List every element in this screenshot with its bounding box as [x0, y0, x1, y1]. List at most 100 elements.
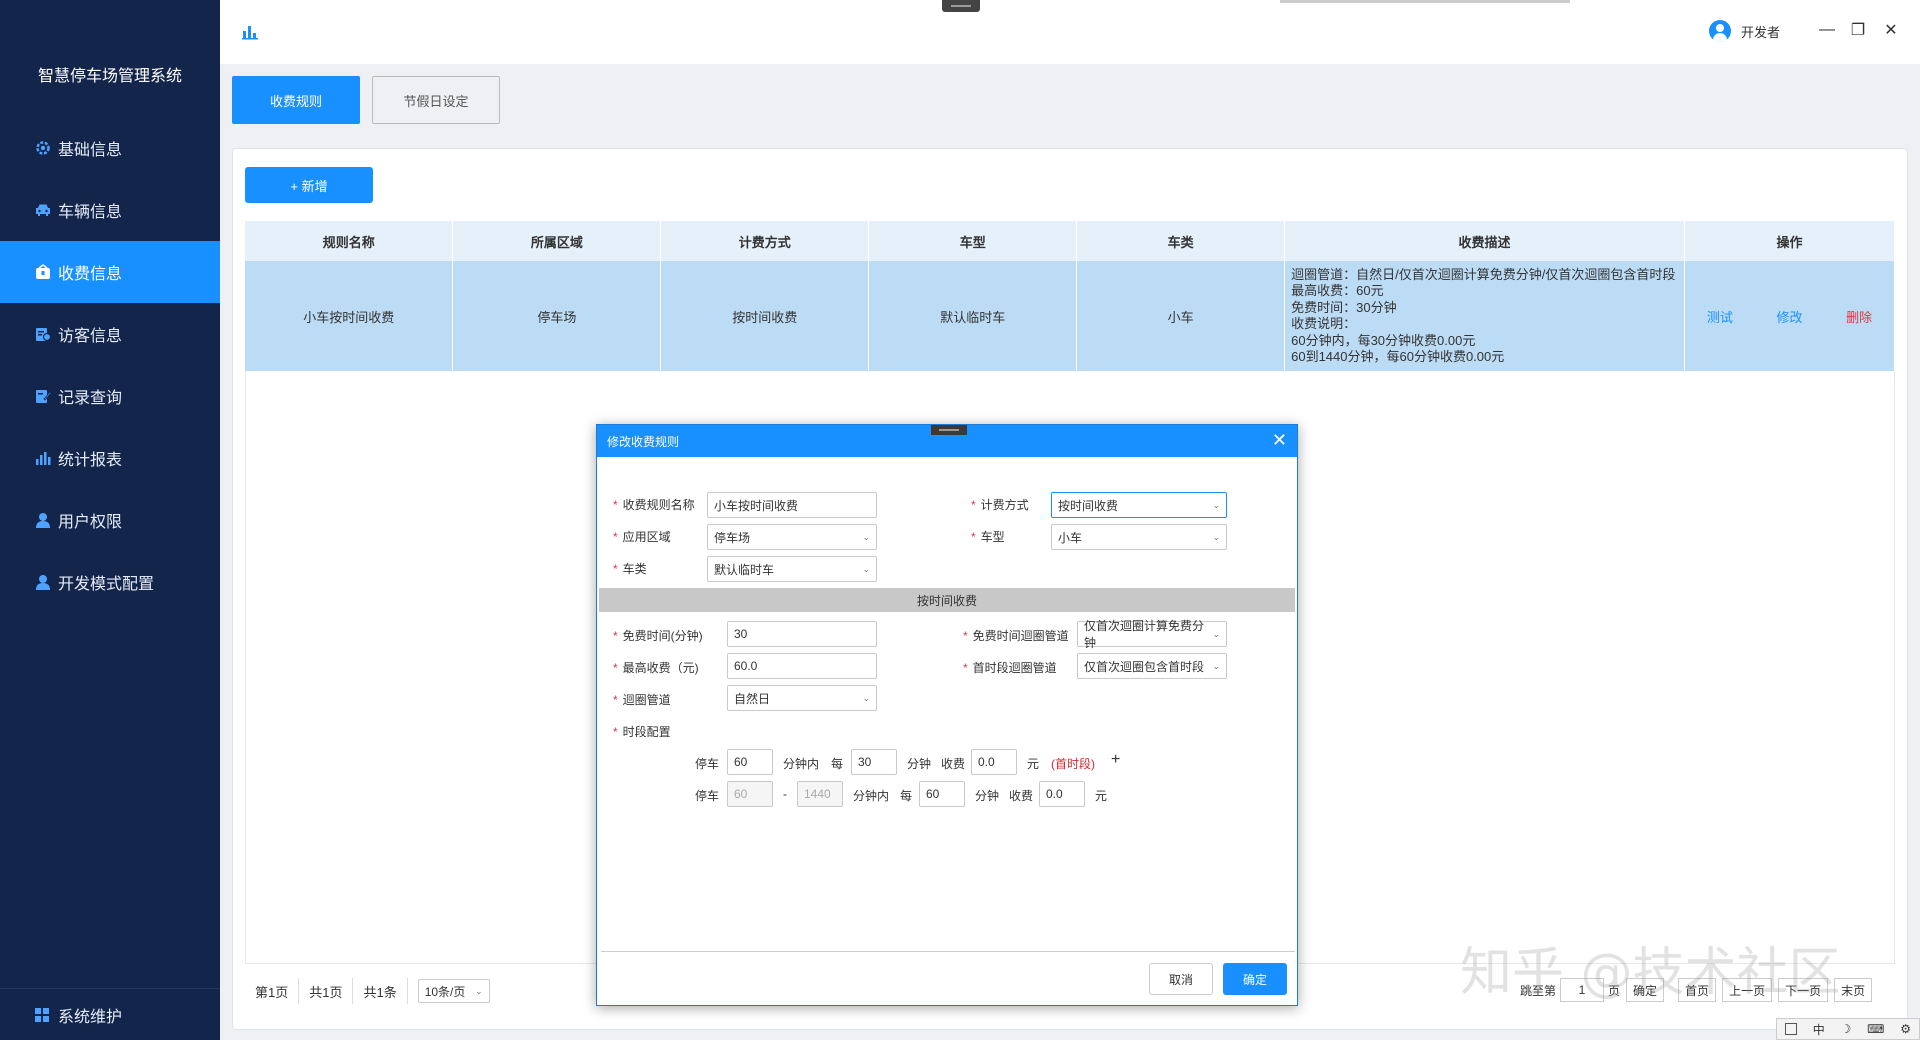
test-link[interactable]: 测试: [1707, 307, 1733, 326]
floating-panel-edge: [1280, 0, 1570, 3]
column-header: 计费方式: [660, 221, 870, 261]
period1-yuan-label: 元: [1027, 757, 1040, 771]
sidebar-item-label: 收费信息: [58, 266, 123, 283]
sidebar-item-basic-info[interactable]: 基础信息: [0, 117, 220, 179]
column-header: 操作: [1684, 221, 1896, 261]
user-icon: [34, 511, 52, 529]
car-model-select[interactable]: 小车 ⌄: [1051, 524, 1227, 550]
cell-rule-name: 小车按时间收费: [245, 261, 454, 371]
desc-line: 迴圈管道：自然日/仅首次迴圈计算免费分钟/仅首次迴圈包含首时段: [1291, 266, 1676, 282]
keyboard-icon[interactable]: ⌨: [1867, 1022, 1884, 1036]
rule-name-input[interactable]: 小车按时间收费: [707, 492, 877, 518]
cell-fee-description: 迴圈管道：自然日/仅首次迴圈计算免费分钟/仅首次迴圈包含首时段 最高收费：60元…: [1284, 261, 1685, 371]
column-header: 车类: [1076, 221, 1286, 261]
sidebar-item-fee-info[interactable]: 收费信息: [0, 241, 220, 303]
sidebar-item-label: 车辆信息: [58, 204, 123, 221]
period1-every-input[interactable]: 30: [851, 749, 897, 775]
edit-icon: [34, 387, 52, 405]
pager-summary: 第1页 共1页 共1条 10条/页 ⌄: [245, 978, 490, 1004]
sidebar-item-system-maintenance[interactable]: 系统维护: [0, 988, 220, 1040]
sidebar-item-visitor-info[interactable]: 访客信息: [0, 303, 220, 365]
period1-minutes-input[interactable]: 60: [727, 749, 773, 775]
confirm-button[interactable]: 确定: [1223, 963, 1287, 995]
close-icon[interactable]: ✕: [1272, 431, 1287, 449]
moon-icon[interactable]: ☽: [1841, 1022, 1852, 1036]
delete-link[interactable]: 删除: [1846, 307, 1872, 326]
period-config-label: * 时段配置: [613, 725, 671, 739]
restore-button[interactable]: ❐: [1848, 20, 1868, 40]
desc-line: 60到1440分钟，每60分钟收费0.00元: [1291, 349, 1505, 364]
watermark: 知乎 @技术社区: [1460, 943, 1841, 1003]
current-page: 第1页: [245, 978, 300, 1004]
max-fee-input[interactable]: 60.0: [727, 653, 877, 679]
chevron-down-icon: ⌄: [475, 985, 483, 996]
visitor-icon: [34, 325, 52, 343]
desc-line: 60分钟内，每30分钟收费0.00元: [1291, 332, 1476, 348]
user-menu[interactable]: 开发者: [1708, 20, 1780, 42]
add-period-button[interactable]: +: [1111, 751, 1120, 769]
cell-car-class: 小车: [1076, 261, 1286, 371]
sidebar-item-label: 用户权限: [58, 514, 123, 531]
column-header: 收费描述: [1284, 221, 1685, 261]
sidebar-item-statistics[interactable]: 统计报表: [0, 427, 220, 489]
period1-within-label: 分钟内: [783, 757, 820, 771]
free-loop-select[interactable]: 仅首次迴圈计算免费分钟 ⌄: [1077, 619, 1227, 650]
bar-chart-icon[interactable]: [242, 24, 258, 43]
tab-holiday-settings[interactable]: 节假日设定: [372, 76, 500, 124]
loop-value: 自然日: [734, 691, 771, 706]
fee-rules-table: 规则名称 所属区域 计费方式 车型 车类 收费描述 操作 小车按时间收费 停车场…: [245, 221, 1896, 371]
rule-name-label: * 收费规则名称: [613, 498, 695, 512]
edit-link[interactable]: 修改: [1776, 307, 1802, 326]
add-button[interactable]: + 新增: [245, 167, 373, 203]
drag-handle[interactable]: [931, 425, 967, 435]
car-class-value: 默认临时车: [714, 562, 775, 577]
section-time-billing: 按时间收费: [599, 588, 1295, 612]
wallet-icon: [34, 263, 52, 281]
close-button[interactable]: ✕: [1881, 20, 1901, 40]
period2-fee-input[interactable]: 0.0: [1039, 781, 1085, 807]
drag-handle[interactable]: [942, 0, 980, 12]
billing-select[interactable]: 按时间收费 ⌄: [1051, 492, 1227, 518]
tab-fee-rules[interactable]: 收费规则: [232, 76, 360, 124]
free-time-label: * 免费时间(分钟): [613, 629, 703, 643]
sidebar-item-label: 开发模式配置: [58, 576, 155, 593]
page-size-select[interactable]: 10条/页 ⌄: [417, 979, 490, 1003]
free-time-input[interactable]: 30: [727, 621, 877, 647]
first-period-tag: (首时段): [1051, 757, 1095, 771]
minimize-button[interactable]: —: [1817, 20, 1837, 40]
ime-language[interactable]: 中: [1813, 1021, 1825, 1038]
gear-icon: [34, 139, 52, 157]
sidebar-item-label: 访客信息: [58, 328, 123, 345]
period2-every-input[interactable]: 60: [919, 781, 965, 807]
chevron-down-icon: ⌄: [862, 563, 870, 574]
first-loop-value: 仅首次迴圈包含首时段: [1084, 659, 1205, 674]
cancel-button[interactable]: 取消: [1149, 963, 1213, 995]
loop-label: * 迴圈管道: [613, 693, 671, 707]
sidebar-item-record-query[interactable]: 记录查询: [0, 365, 220, 427]
period1-fee-input[interactable]: 0.0: [971, 749, 1017, 775]
sidebar-item-user-permission[interactable]: 用户权限: [0, 489, 220, 551]
period2-to-input: 1440: [797, 781, 843, 807]
period2-every-label: 每: [900, 789, 913, 803]
first-loop-select[interactable]: 仅首次迴圈包含首时段 ⌄: [1077, 653, 1227, 679]
column-header: 车型: [868, 221, 1078, 261]
loop-select[interactable]: 自然日 ⌄: [727, 685, 877, 711]
sidebar-item-label: 统计报表: [58, 452, 123, 469]
sidebar-item-dev-mode[interactable]: 开发模式配置: [0, 551, 220, 613]
cell-operations: 测试 修改 删除: [1684, 261, 1896, 371]
table-row[interactable]: 小车按时间收费 停车场 按时间收费 默认临时车 小车 迴圈管道：自然日/仅首次迴…: [245, 261, 1896, 371]
area-select[interactable]: 停车场 ⌄: [707, 524, 877, 550]
car-class-select[interactable]: 默认临时车 ⌄: [707, 556, 877, 582]
cell-car-model: 默认临时车: [868, 261, 1078, 371]
period2-minute-label: 分钟: [975, 789, 1000, 803]
ime-icon[interactable]: [1784, 1023, 1797, 1035]
area-label: * 应用区域: [613, 530, 671, 544]
sidebar-item-vehicle-info[interactable]: 车辆信息: [0, 179, 220, 241]
column-header: 规则名称: [245, 221, 454, 261]
settings-icon[interactable]: ⚙: [1900, 1022, 1911, 1036]
free-loop-label: * 免费时间迴圈管道: [963, 629, 1069, 643]
desc-line: 最高收费：60元: [1291, 283, 1384, 298]
period2-charge-label: 收费: [1009, 789, 1034, 803]
topbar: 开发者 — ❐ ✕: [220, 0, 1920, 64]
period2-within-label: 分钟内: [853, 789, 890, 803]
